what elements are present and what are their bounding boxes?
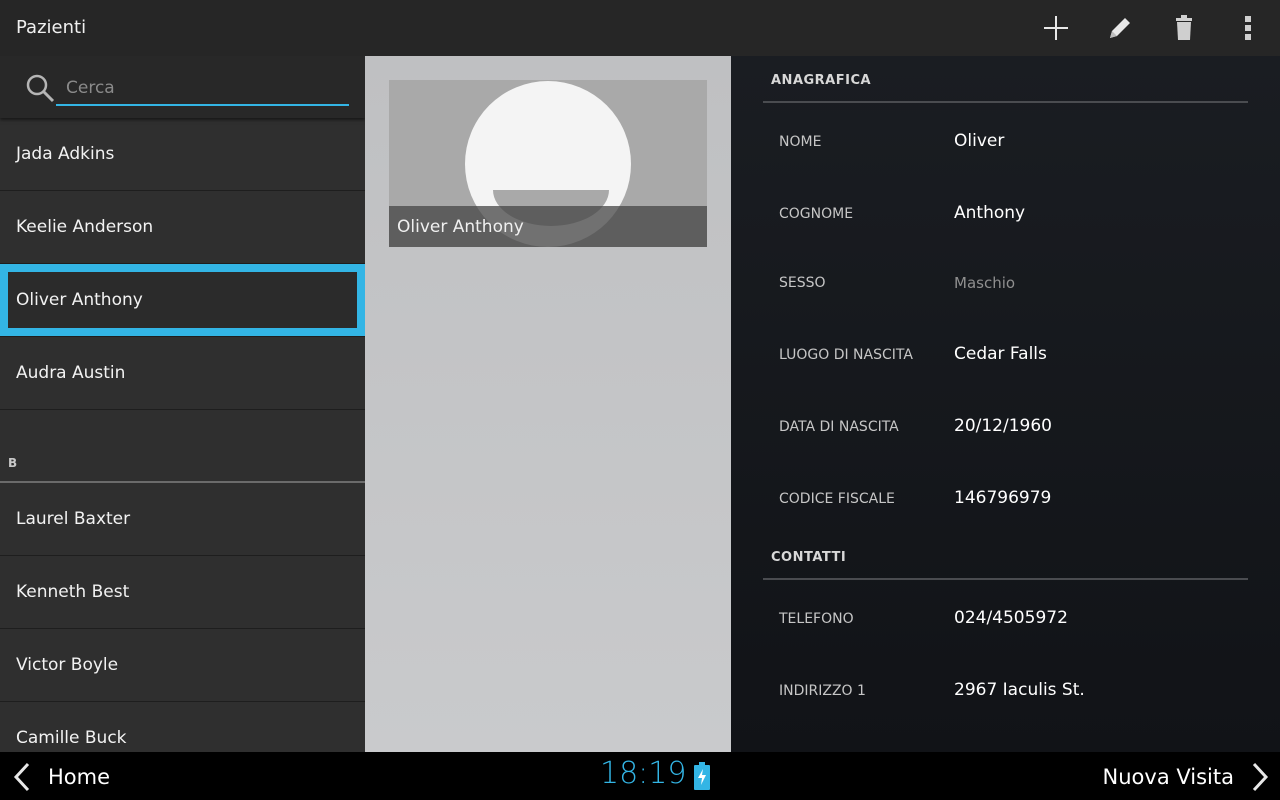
list-item[interactable]: Laurel Baxter — [0, 483, 365, 556]
section-divider — [763, 101, 1248, 103]
plus-icon — [1044, 16, 1068, 40]
field-label-luogo-nascita: LUOGO DI NASCITA — [779, 347, 913, 363]
patient-photo[interactable]: Oliver Anthony — [389, 80, 707, 247]
patient-name: Kenneth Best — [16, 582, 130, 602]
field-label-nome: NOME — [779, 134, 822, 150]
search-icon — [26, 74, 55, 103]
field-value-data-nascita: 20/12/1960 — [954, 416, 1052, 436]
list-item[interactable]: Camille Buck — [0, 702, 365, 752]
patient-name: Oliver Anthony — [16, 290, 143, 310]
field-value-luogo-nascita: Cedar Falls — [954, 344, 1047, 364]
field-value-cognome: Anthony — [954, 203, 1026, 223]
field-value-telefono: 024/4505972 — [954, 608, 1068, 628]
add-patient-button[interactable] — [1024, 0, 1088, 56]
section-header-b: B — [0, 410, 365, 483]
photo-caption: Oliver Anthony — [389, 206, 707, 247]
section-title-contatti: CONTATTI — [771, 550, 847, 565]
field-label-data-nascita: DATA DI NASCITA — [779, 419, 899, 435]
patient-list-pane: Jada Adkins Keelie Anderson Oliver Antho… — [0, 56, 365, 752]
field-value-sesso: Maschio — [954, 274, 1016, 292]
home-label: Home — [48, 765, 111, 789]
search-input[interactable] — [56, 72, 349, 106]
section-title-anagrafica: ANAGRAFICA — [771, 73, 872, 88]
photo-caption-name: Oliver Anthony — [397, 217, 524, 237]
list-item-selected[interactable]: Oliver Anthony — [0, 264, 365, 337]
patient-list: Jada Adkins Keelie Anderson Oliver Antho… — [0, 118, 365, 752]
field-label-codice-fiscale: CODICE FISCALE — [779, 491, 895, 507]
app-title: Pazienti — [16, 17, 87, 38]
patient-name: Jada Adkins — [16, 144, 115, 164]
section-divider — [763, 578, 1248, 580]
overflow-menu-button[interactable] — [1216, 0, 1280, 56]
patient-name: Audra Austin — [16, 363, 126, 383]
overflow-icon — [1245, 16, 1251, 40]
delete-patient-button[interactable] — [1152, 0, 1216, 56]
chevron-left-icon — [13, 762, 30, 792]
battery-charging-icon — [694, 762, 710, 790]
field-value-codice-fiscale: 146796979 — [954, 488, 1052, 508]
patient-name: Victor Boyle — [16, 655, 119, 675]
section-letter: B — [8, 456, 18, 470]
home-button[interactable]: Home — [10, 760, 110, 794]
field-label-sesso: SESSO — [779, 275, 826, 291]
edit-patient-button[interactable] — [1088, 0, 1152, 56]
list-item[interactable]: Jada Adkins — [0, 118, 365, 191]
patient-details-pane: ANAGRAFICA NOME Oliver COGNOME Anthony S… — [731, 56, 1280, 752]
list-item[interactable]: Keelie Anderson — [0, 191, 365, 264]
search-bar — [0, 56, 365, 118]
list-item[interactable]: Kenneth Best — [0, 556, 365, 629]
pencil-icon — [1110, 18, 1130, 38]
patient-name: Camille Buck — [16, 728, 127, 748]
nuova-visita-button[interactable]: Nuova Visita — [1103, 760, 1272, 794]
patient-name: Laurel Baxter — [16, 509, 131, 529]
chevron-right-icon — [1252, 762, 1269, 792]
field-label-indirizzo: INDIRIZZO 1 — [779, 683, 866, 699]
patient-name: Keelie Anderson — [16, 217, 154, 237]
list-item[interactable]: Victor Boyle — [0, 629, 365, 702]
status-clock: 18:19 — [600, 756, 687, 791]
field-value-indirizzo: 2967 Iaculis St. — [954, 680, 1085, 700]
action-bar: Pazienti — [0, 0, 1280, 56]
field-label-cognome: COGNOME — [779, 206, 854, 222]
list-item[interactable]: Audra Austin — [0, 337, 365, 410]
photo-pane: Oliver Anthony — [365, 56, 731, 752]
field-value-nome: Oliver — [954, 131, 1005, 151]
trash-icon — [1176, 15, 1192, 40]
nuova-visita-label: Nuova Visita — [1102, 765, 1234, 789]
field-label-telefono: TELEFONO — [779, 611, 854, 627]
